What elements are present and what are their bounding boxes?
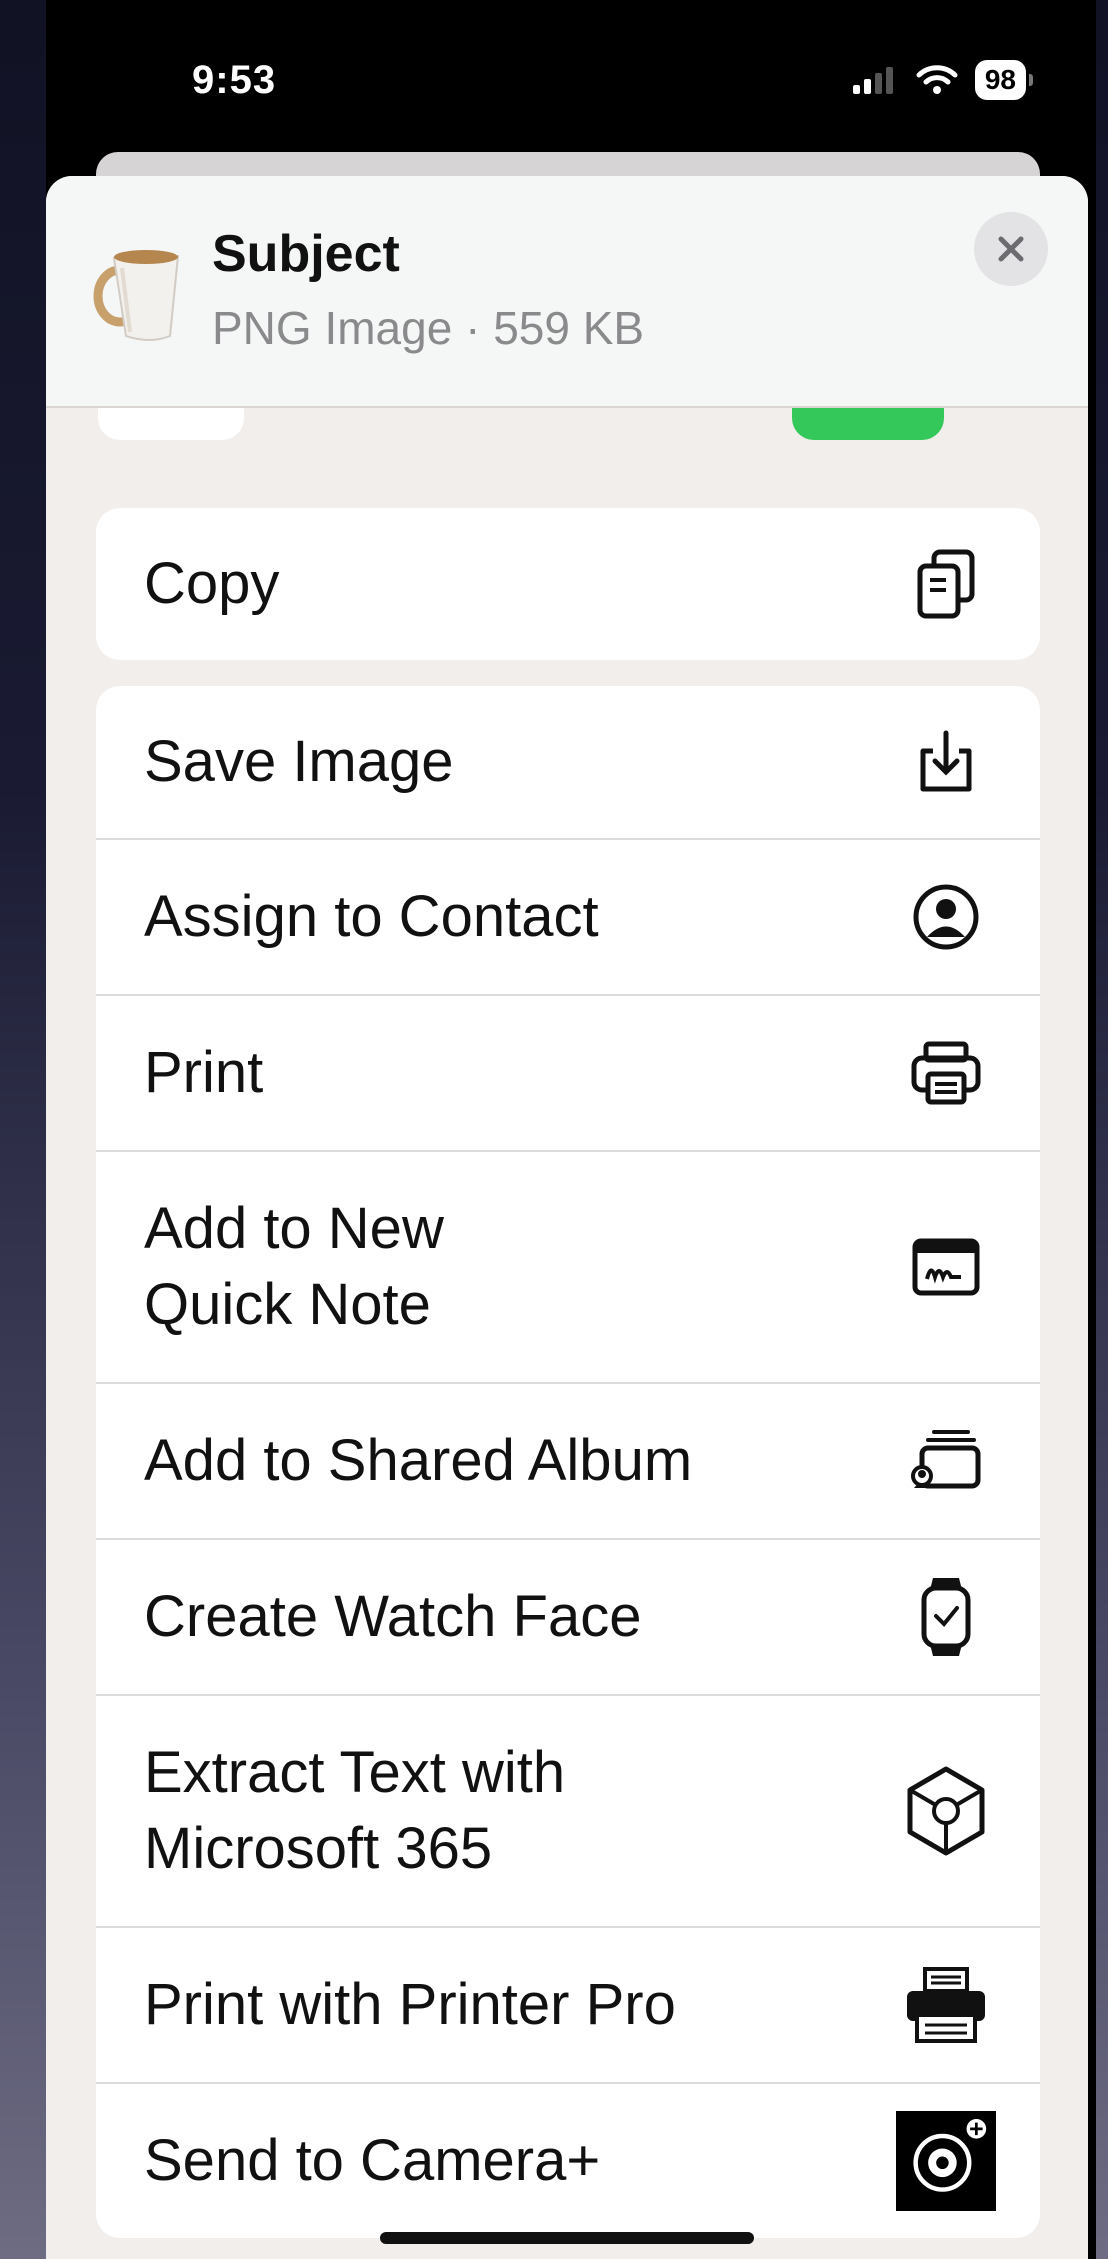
action-label: Print with Printer Pro	[144, 1972, 676, 2037]
cellular-signal-icon	[852, 67, 893, 94]
action-extract-text-microsoft-365[interactable]: Extract Text with Microsoft 365	[96, 1696, 1040, 1928]
actions-group: Save Image Assign to Contact Print Add t…	[96, 686, 1040, 2238]
action-print[interactable]: Print	[96, 996, 1040, 1152]
action-label: Extract Text with Microsoft 365	[144, 1740, 566, 1881]
close-button[interactable]	[974, 212, 1048, 286]
camera-plus-icon	[896, 2111, 996, 2211]
action-print-with-printer-pro[interactable]: Print with Printer Pro	[96, 1928, 1040, 2084]
status-icons: 98	[851, 60, 1034, 100]
wifi-icon	[916, 65, 958, 94]
shared-album-icon	[896, 1411, 996, 1511]
status-time: 9:53	[192, 58, 277, 102]
action-label: Save Image	[144, 729, 454, 794]
close-icon	[998, 236, 1024, 262]
action-create-watch-face[interactable]: Create Watch Face	[96, 1540, 1040, 1696]
microsoft-365-icon	[896, 1761, 996, 1861]
watch-icon	[896, 1567, 996, 1667]
printer-pro-icon	[896, 1955, 996, 2055]
contact-icon	[896, 867, 996, 967]
action-assign-to-contact[interactable]: Assign to Contact	[96, 840, 1040, 996]
action-copy[interactable]: Copy	[96, 508, 1040, 660]
item-title: Subject	[212, 225, 400, 283]
item-subtitle: PNG Image · 559 KB	[212, 302, 645, 354]
action-label: Send to Camera+	[144, 2128, 601, 2193]
home-indicator[interactable]	[380, 2232, 754, 2244]
action-send-to-camera-plus[interactable]: Send to Camera+	[96, 2084, 1040, 2238]
share-sheet-header: Subject PNG Image · 559 KB	[46, 176, 1088, 408]
image-thumbnail	[93, 250, 180, 341]
primary-actions-group: Copy	[96, 508, 1040, 660]
action-label: Add to Shared Album	[144, 1428, 693, 1493]
save-image-icon	[896, 712, 996, 812]
action-label: Assign to Contact	[144, 884, 599, 949]
printer-icon	[896, 1023, 996, 1123]
phone-screen: 9:53 98 Subject PNG Image · 559 KB Copy …	[46, 0, 1096, 2259]
action-label: Print	[144, 1040, 264, 1105]
battery-indicator: 98	[974, 60, 1034, 100]
action-save-image[interactable]: Save Image	[96, 686, 1040, 840]
action-label: Create Watch Face	[144, 1584, 642, 1649]
share-sheet: Subject PNG Image · 559 KB Copy Save Ima…	[46, 176, 1088, 2259]
action-add-to-new-quick-note[interactable]: Add to New Quick Note	[96, 1152, 1040, 1384]
action-add-to-shared-album[interactable]: Add to Shared Album	[96, 1384, 1040, 1540]
status-bar: 9:53 98	[46, 0, 1096, 160]
copy-icon	[896, 534, 996, 634]
quick-note-icon	[896, 1217, 996, 1317]
action-label: Copy	[144, 551, 280, 616]
action-label: Add to New Quick Note	[144, 1196, 444, 1337]
